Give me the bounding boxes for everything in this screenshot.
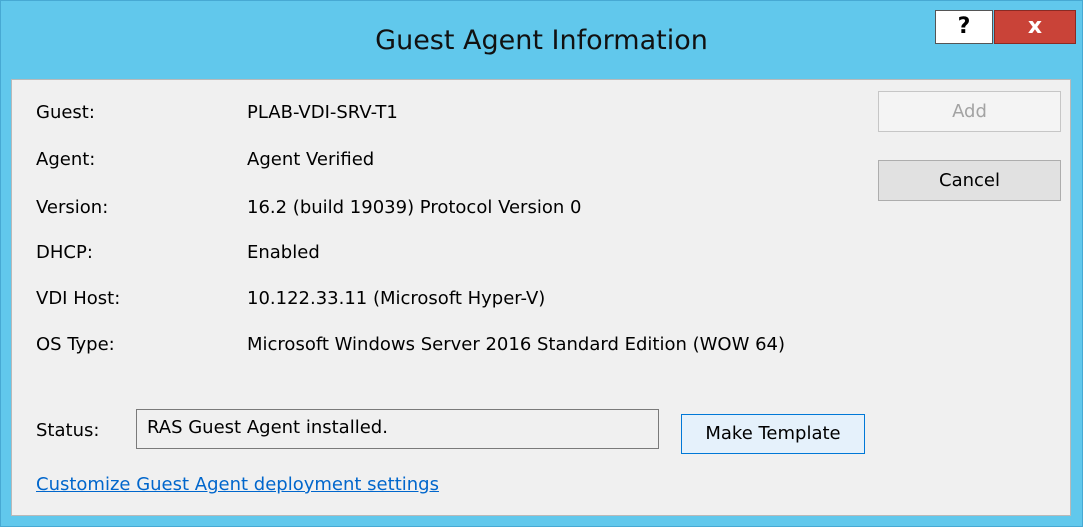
agent-label: Agent: xyxy=(36,149,96,170)
add-button[interactable]: Add xyxy=(878,91,1061,132)
guest-label: Guest: xyxy=(36,102,95,123)
customize-deployment-settings-link[interactable]: Customize Guest Agent deployment setting… xyxy=(36,471,439,499)
version-label: Version: xyxy=(36,197,109,218)
vdi-host-value: 10.122.33.11 (Microsoft Hyper-V) xyxy=(247,288,546,309)
version-value: 16.2 (build 19039) Protocol Version 0 xyxy=(247,197,582,218)
guest-value: PLAB-VDI-SRV-T1 xyxy=(247,102,398,123)
title-bar[interactable]: Guest Agent Information ? x xyxy=(1,1,1082,79)
dhcp-value: Enabled xyxy=(247,242,320,263)
agent-value: Agent Verified xyxy=(247,149,375,170)
make-template-button[interactable]: Make Template xyxy=(681,414,865,454)
close-button[interactable]: x xyxy=(994,10,1076,44)
os-type-label: OS Type: xyxy=(36,334,115,355)
status-label: Status: xyxy=(36,420,100,441)
cancel-button[interactable]: Cancel xyxy=(878,160,1061,201)
help-button[interactable]: ? xyxy=(935,10,993,44)
dialog-content: Guest: PLAB-VDI-SRV-T1 Agent: Agent Veri… xyxy=(11,79,1071,516)
guest-agent-dialog: Guest Agent Information ? x Guest: PLAB-… xyxy=(0,0,1083,527)
os-type-value: Microsoft Windows Server 2016 Standard E… xyxy=(247,334,786,355)
status-field: RAS Guest Agent installed. xyxy=(136,409,659,449)
dialog-title: Guest Agent Information xyxy=(375,25,708,56)
dhcp-label: DHCP: xyxy=(36,242,93,263)
vdi-host-label: VDI Host: xyxy=(36,288,121,309)
